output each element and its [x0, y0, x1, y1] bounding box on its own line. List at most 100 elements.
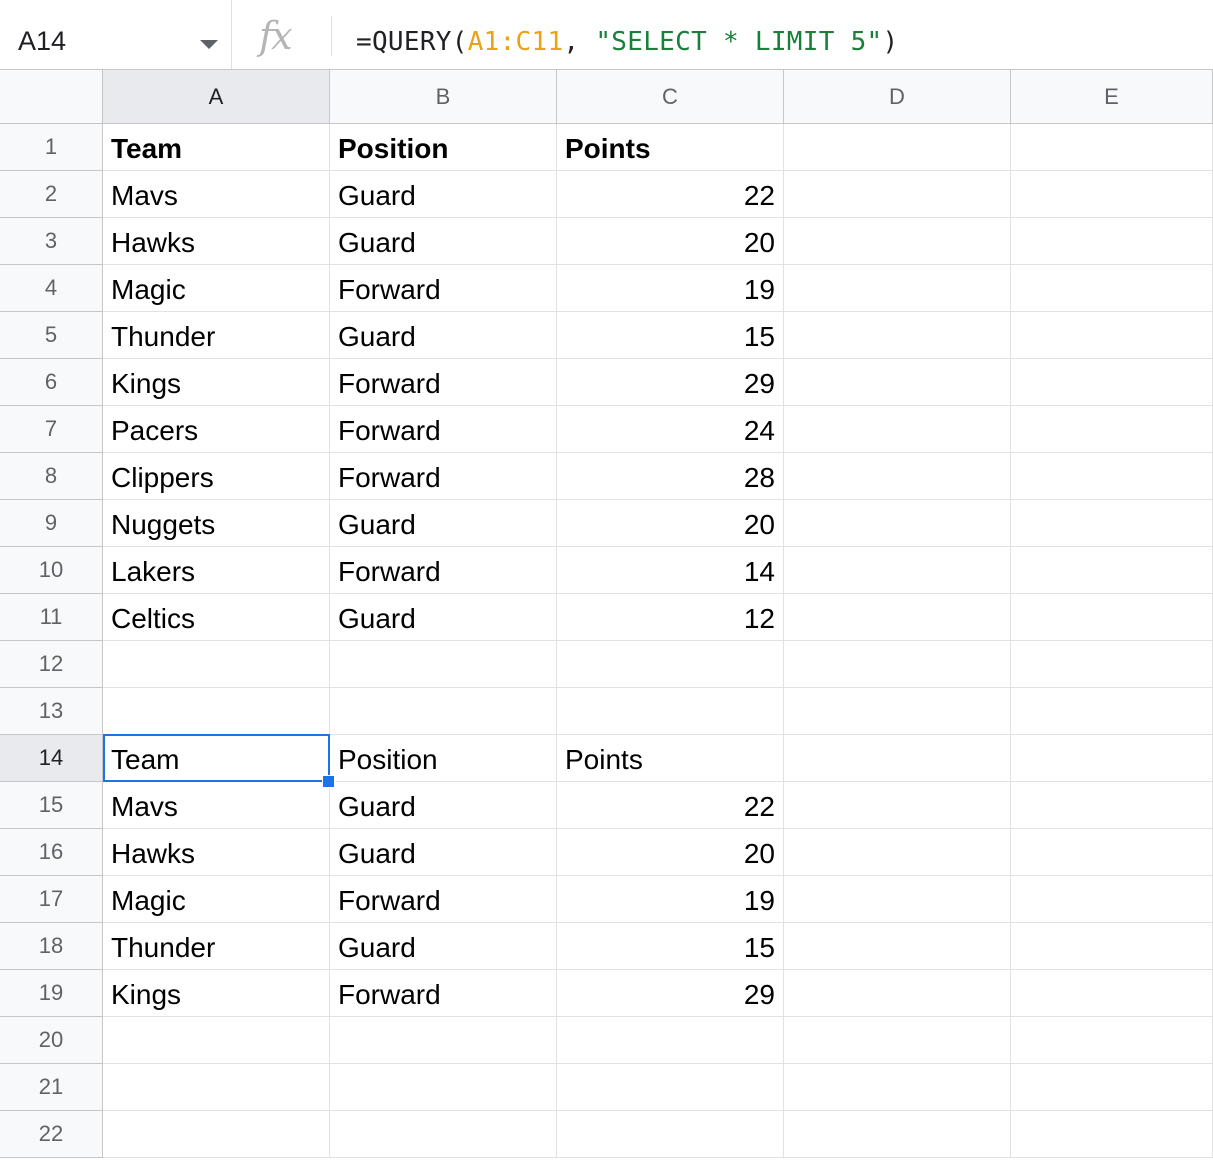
cell-c18[interactable]: 15	[557, 923, 784, 970]
cell-a17[interactable]: Magic	[103, 876, 330, 923]
cell-b7[interactable]: Forward	[330, 406, 557, 453]
cell-a18[interactable]: Thunder	[103, 923, 330, 970]
cell-c22[interactable]	[557, 1111, 784, 1158]
cell-b12[interactable]	[330, 641, 557, 688]
cell-e18[interactable]	[1011, 923, 1213, 970]
formula-input[interactable]: =QUERY(A1:C11, "SELECT * LIMIT 5")	[356, 27, 898, 57]
cell-c14[interactable]: Points	[557, 735, 784, 782]
column-header-a[interactable]: A	[103, 70, 330, 124]
cell-e6[interactable]	[1011, 359, 1213, 406]
cell-d12[interactable]	[784, 641, 1011, 688]
fill-handle[interactable]	[322, 775, 335, 788]
cell-c13[interactable]	[557, 688, 784, 735]
cell-b1[interactable]: Position	[330, 124, 557, 171]
name-box[interactable]: A14	[0, 0, 232, 69]
cell-e3[interactable]	[1011, 218, 1213, 265]
cell-c10[interactable]: 14	[557, 547, 784, 594]
cell-d2[interactable]	[784, 171, 1011, 218]
cell-b17[interactable]: Forward	[330, 876, 557, 923]
cell-e12[interactable]	[1011, 641, 1213, 688]
cell-c19[interactable]: 29	[557, 970, 784, 1017]
cell-e9[interactable]	[1011, 500, 1213, 547]
cell-d16[interactable]	[784, 829, 1011, 876]
cell-d20[interactable]	[784, 1017, 1011, 1064]
row-header[interactable]: 11	[0, 594, 103, 641]
cell-a2[interactable]: Mavs	[103, 171, 330, 218]
row-header[interactable]: 9	[0, 500, 103, 547]
row-header[interactable]: 7	[0, 406, 103, 453]
cell-e14[interactable]	[1011, 735, 1213, 782]
cell-c15[interactable]: 22	[557, 782, 784, 829]
cell-d11[interactable]	[784, 594, 1011, 641]
cell-e20[interactable]	[1011, 1017, 1213, 1064]
cell-c8[interactable]: 28	[557, 453, 784, 500]
row-header[interactable]: 6	[0, 359, 103, 406]
cell-b10[interactable]: Forward	[330, 547, 557, 594]
cell-d15[interactable]	[784, 782, 1011, 829]
row-header[interactable]: 1	[0, 124, 103, 171]
cell-b16[interactable]: Guard	[330, 829, 557, 876]
column-header-c[interactable]: C	[557, 70, 784, 124]
cell-e22[interactable]	[1011, 1111, 1213, 1158]
cell-b4[interactable]: Forward	[330, 265, 557, 312]
cell-d4[interactable]	[784, 265, 1011, 312]
cell-d8[interactable]	[784, 453, 1011, 500]
cell-b11[interactable]: Guard	[330, 594, 557, 641]
cell-c12[interactable]	[557, 641, 784, 688]
cell-d22[interactable]	[784, 1111, 1011, 1158]
cell-c17[interactable]: 19	[557, 876, 784, 923]
cell-c6[interactable]: 29	[557, 359, 784, 406]
cell-b2[interactable]: Guard	[330, 171, 557, 218]
row-header[interactable]: 19	[0, 970, 103, 1017]
cell-e2[interactable]	[1011, 171, 1213, 218]
row-header[interactable]: 20	[0, 1017, 103, 1064]
cell-a15[interactable]: Mavs	[103, 782, 330, 829]
cell-e16[interactable]	[1011, 829, 1213, 876]
cell-e21[interactable]	[1011, 1064, 1213, 1111]
row-header[interactable]: 15	[0, 782, 103, 829]
cell-d10[interactable]	[784, 547, 1011, 594]
cell-d6[interactable]	[784, 359, 1011, 406]
cell-a13[interactable]	[103, 688, 330, 735]
cell-a8[interactable]: Clippers	[103, 453, 330, 500]
cell-c20[interactable]	[557, 1017, 784, 1064]
cell-d21[interactable]	[784, 1064, 1011, 1111]
cell-a11[interactable]: Celtics	[103, 594, 330, 641]
cell-d17[interactable]	[784, 876, 1011, 923]
cell-d7[interactable]	[784, 406, 1011, 453]
cell-a10[interactable]: Lakers	[103, 547, 330, 594]
cell-c7[interactable]: 24	[557, 406, 784, 453]
row-header[interactable]: 12	[0, 641, 103, 688]
cell-e19[interactable]	[1011, 970, 1213, 1017]
cell-d3[interactable]	[784, 218, 1011, 265]
cell-a16[interactable]: Hawks	[103, 829, 330, 876]
cell-a21[interactable]	[103, 1064, 330, 1111]
row-header[interactable]: 21	[0, 1064, 103, 1111]
cell-e15[interactable]	[1011, 782, 1213, 829]
row-header[interactable]: 18	[0, 923, 103, 970]
cell-b18[interactable]: Guard	[330, 923, 557, 970]
cell-a5[interactable]: Thunder	[103, 312, 330, 359]
row-header[interactable]: 17	[0, 876, 103, 923]
cell-e1[interactable]	[1011, 124, 1213, 171]
cell-a7[interactable]: Pacers	[103, 406, 330, 453]
row-header[interactable]: 8	[0, 453, 103, 500]
cell-b8[interactable]: Forward	[330, 453, 557, 500]
cell-c2[interactable]: 22	[557, 171, 784, 218]
cell-a22[interactable]	[103, 1111, 330, 1158]
cell-a20[interactable]	[103, 1017, 330, 1064]
cell-e17[interactable]	[1011, 876, 1213, 923]
column-header-e[interactable]: E	[1011, 70, 1213, 124]
cell-a19[interactable]: Kings	[103, 970, 330, 1017]
cell-c9[interactable]: 20	[557, 500, 784, 547]
select-all-corner[interactable]	[0, 70, 107, 128]
cell-a12[interactable]	[103, 641, 330, 688]
row-header[interactable]: 16	[0, 829, 103, 876]
row-header[interactable]: 2	[0, 171, 103, 218]
cell-b21[interactable]	[330, 1064, 557, 1111]
cell-b5[interactable]: Guard	[330, 312, 557, 359]
row-header[interactable]: 4	[0, 265, 103, 312]
cell-e13[interactable]	[1011, 688, 1213, 735]
cell-a1[interactable]: Team	[103, 124, 330, 171]
chevron-down-icon[interactable]	[200, 40, 218, 49]
